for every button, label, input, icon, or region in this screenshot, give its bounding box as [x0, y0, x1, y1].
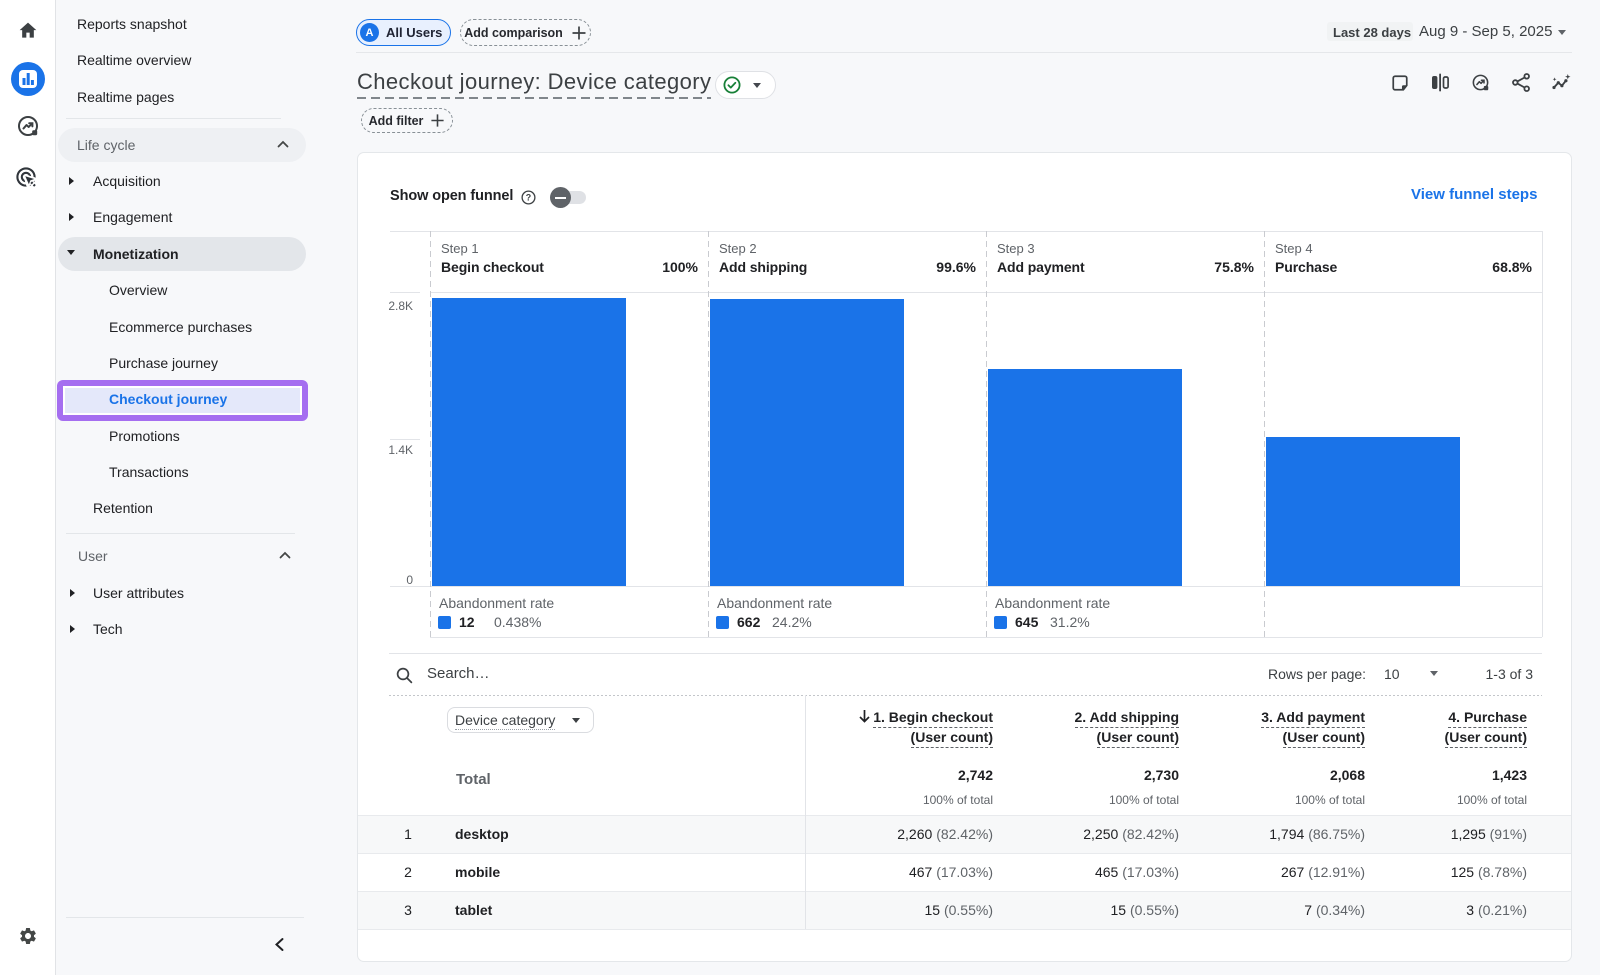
svg-text:?: ? — [526, 193, 531, 203]
